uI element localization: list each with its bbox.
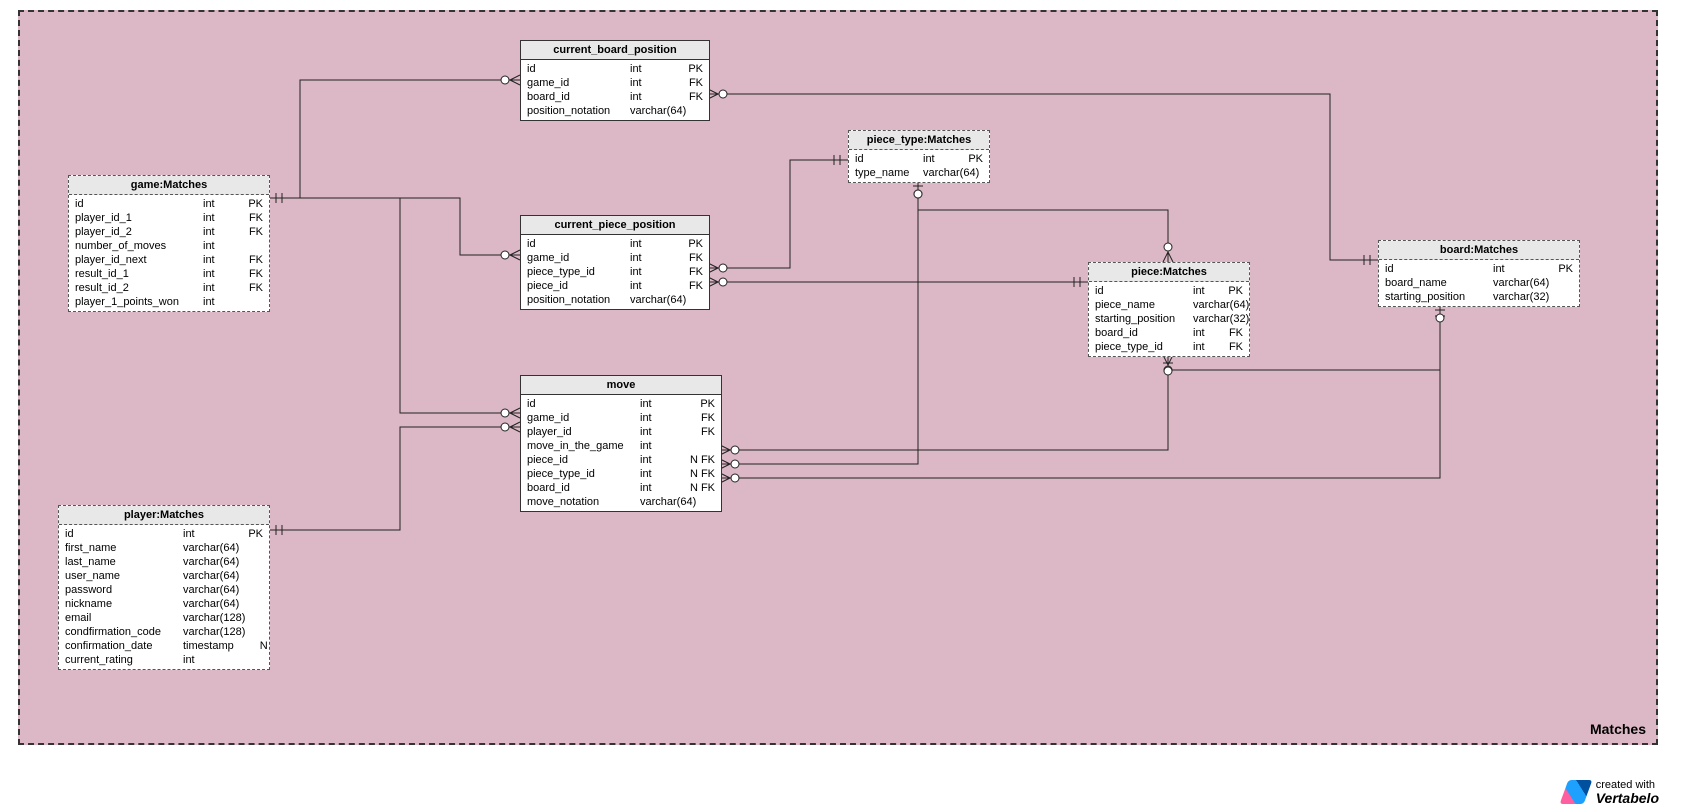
- table-row: number_of_movesint: [69, 239, 269, 253]
- erd-canvas: Matches game:MatchesidintPKplayer_id_1in…: [0, 0, 1689, 810]
- table-row: player_1_points_wonint: [69, 295, 269, 309]
- entity-header: move: [521, 376, 721, 395]
- entity-piece[interactable]: piece:MatchesidintPKpiece_namevarchar(64…: [1088, 262, 1250, 357]
- table-row: condfirmation_codevarchar(128): [59, 625, 269, 639]
- entity-header: game:Matches: [69, 176, 269, 195]
- entity-cbp[interactable]: current_board_positionidintPKgame_idintF…: [520, 40, 710, 121]
- table-row: board_idintFK: [521, 90, 709, 104]
- entity-player[interactable]: player:MatchesidintPKfirst_namevarchar(6…: [58, 505, 270, 670]
- table-row: idintPK: [69, 197, 269, 211]
- table-row: emailvarchar(128): [59, 611, 269, 625]
- table-row: idintPK: [849, 152, 989, 166]
- table-row: passwordvarchar(64): [59, 583, 269, 597]
- table-row: piece_idintFK: [521, 279, 709, 293]
- table-row: player_id_1intFK: [69, 211, 269, 225]
- table-row: idintPK: [521, 237, 709, 251]
- table-row: starting_positionvarchar(32): [1379, 290, 1579, 304]
- table-row: position_notationvarchar(64): [521, 104, 709, 118]
- entity-body: idintPKfirst_namevarchar(64)last_namevar…: [59, 525, 269, 669]
- table-row: game_idintFK: [521, 76, 709, 90]
- table-row: idintPK: [521, 62, 709, 76]
- table-row: starting_positionvarchar(32): [1089, 312, 1249, 326]
- credits-line2: Vertabelo: [1596, 790, 1659, 806]
- table-row: board_idintN FK: [521, 481, 721, 495]
- entity-body: idintPKplayer_id_1intFKplayer_id_2intFKn…: [69, 195, 269, 311]
- table-row: last_namevarchar(64): [59, 555, 269, 569]
- entity-cpp[interactable]: current_piece_positionidintPKgame_idintF…: [520, 215, 710, 310]
- entity-body: idintPKgame_idintFKpiece_type_idintFKpie…: [521, 235, 709, 309]
- table-row: idintPK: [1089, 284, 1249, 298]
- credits-text: created with Vertabelo: [1596, 779, 1659, 806]
- table-row: player_id_nextintFK: [69, 253, 269, 267]
- entity-body: idintPKgame_idintFKboard_idintFKposition…: [521, 60, 709, 120]
- entity-body: idintPKpiece_namevarchar(64)starting_pos…: [1089, 282, 1249, 356]
- entity-body: idintPKboard_namevarchar(64)starting_pos…: [1379, 260, 1579, 306]
- entity-header: piece:Matches: [1089, 263, 1249, 282]
- table-row: idintPK: [1379, 262, 1579, 276]
- table-row: result_id_1intFK: [69, 267, 269, 281]
- table-row: game_idintFK: [521, 411, 721, 425]
- entity-header: current_board_position: [521, 41, 709, 60]
- entity-body: idintPKtype_namevarchar(64): [849, 150, 989, 182]
- entity-board[interactable]: board:MatchesidintPKboard_namevarchar(64…: [1378, 240, 1580, 307]
- table-row: player_id_2intFK: [69, 225, 269, 239]
- table-row: board_idintFK: [1089, 326, 1249, 340]
- entity-header: piece_type:Matches: [849, 131, 989, 150]
- table-row: position_notationvarchar(64): [521, 293, 709, 307]
- table-row: move_notationvarchar(64): [521, 495, 721, 509]
- table-row: piece_namevarchar(64): [1089, 298, 1249, 312]
- entity-piece_type[interactable]: piece_type:MatchesidintPKtype_namevarcha…: [848, 130, 990, 183]
- table-row: board_namevarchar(64): [1379, 276, 1579, 290]
- table-row: confirmation_datetimestampN: [59, 639, 269, 653]
- table-row: piece_type_idintFK: [1089, 340, 1249, 354]
- table-row: result_id_2intFK: [69, 281, 269, 295]
- table-row: current_ratingint: [59, 653, 269, 667]
- table-row: game_idintFK: [521, 251, 709, 265]
- entity-body: idintPKgame_idintFKplayer_idintFKmove_in…: [521, 395, 721, 511]
- table-row: piece_type_idintFK: [521, 265, 709, 279]
- entity-header: current_piece_position: [521, 216, 709, 235]
- table-row: type_namevarchar(64): [849, 166, 989, 180]
- table-row: nicknamevarchar(64): [59, 597, 269, 611]
- table-row: first_namevarchar(64): [59, 541, 269, 555]
- entity-header: board:Matches: [1379, 241, 1579, 260]
- entity-move[interactable]: moveidintPKgame_idintFKplayer_idintFKmov…: [520, 375, 722, 512]
- table-row: idintPK: [59, 527, 269, 541]
- vertabelo-logo-icon: [1559, 780, 1592, 804]
- table-row: user_namevarchar(64): [59, 569, 269, 583]
- table-row: player_idintFK: [521, 425, 721, 439]
- matches-region-label: Matches: [1590, 721, 1646, 737]
- table-row: move_in_the_gameint: [521, 439, 721, 453]
- table-row: idintPK: [521, 397, 721, 411]
- entity-header: player:Matches: [59, 506, 269, 525]
- table-row: piece_type_idintN FK: [521, 467, 721, 481]
- entity-game[interactable]: game:MatchesidintPKplayer_id_1intFKplaye…: [68, 175, 270, 312]
- credits: created with Vertabelo: [1564, 779, 1659, 806]
- table-row: piece_idintN FK: [521, 453, 721, 467]
